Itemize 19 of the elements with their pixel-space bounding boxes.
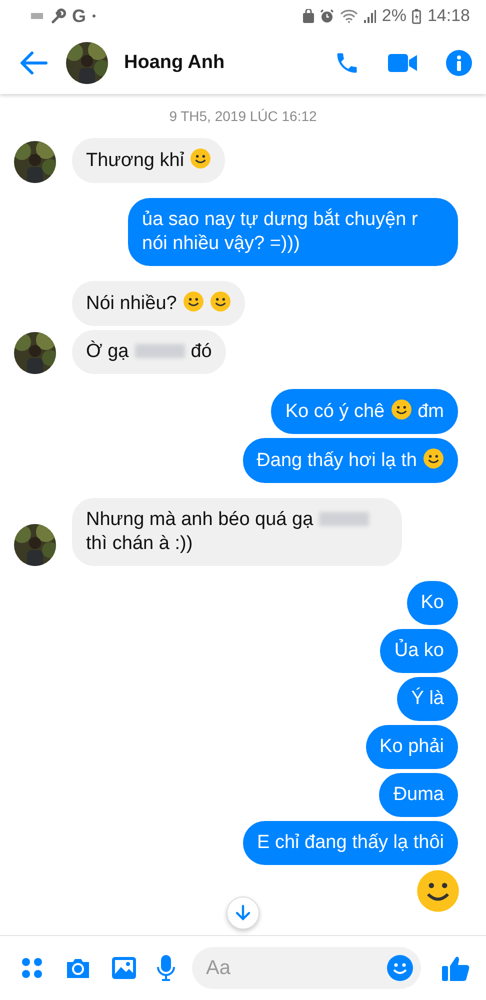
message-bubble[interactable]: Thương khỉ xyxy=(72,138,226,183)
date-divider: 9 TH5, 2019 LÚC 16:12 xyxy=(168,108,318,124)
clock: 14:18 xyxy=(427,6,470,26)
message-bubble[interactable]: E chỉ đang thấy lạ thôi xyxy=(243,821,458,865)
message-bubble[interactable]: Ko có ý chê đm xyxy=(271,389,458,434)
message-input-field[interactable]: Aa xyxy=(192,947,421,989)
message-bubble[interactable]: Đuma xyxy=(379,773,458,817)
message-bubble[interactable]: Ko phải xyxy=(366,725,458,769)
battery-percent: 2% xyxy=(382,6,406,26)
message-bubble[interactable]: ủa sao nay tự dưng bắt chuyện r nói nhiều vậy? =))) xyxy=(128,198,458,266)
message-bubble[interactable]: Nhưng mà anh béo quá gạ thì chán à :)) xyxy=(72,498,402,566)
contact-name: Hoang Anh xyxy=(124,52,226,74)
message-bubble[interactable]: Nói nhiều? xyxy=(72,281,245,326)
message-bubble[interactable]: Ủa ko xyxy=(380,629,458,673)
message-bubble[interactable]: Ờ gạ đó xyxy=(72,330,226,374)
message-bubble[interactable]: Ý là xyxy=(397,677,458,721)
message-bubble[interactable]: Ko xyxy=(406,581,458,625)
message-bubble[interactable]: Đang thấy hơi lạ th xyxy=(242,438,458,483)
status-letter: G xyxy=(72,6,86,26)
